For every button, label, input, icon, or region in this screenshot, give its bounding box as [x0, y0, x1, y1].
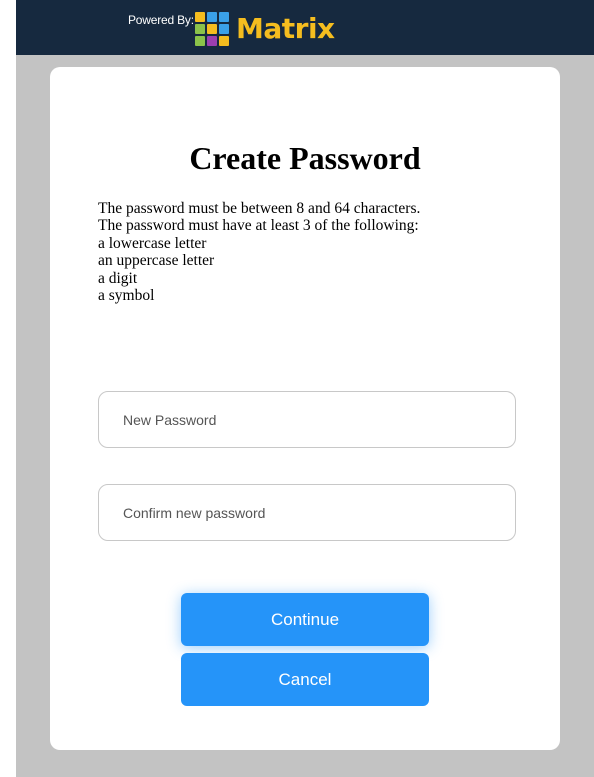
page-viewport: Powered By: Matrix Create Password The p… — [16, 0, 594, 777]
rule-text: a digit — [98, 269, 138, 287]
cancel-button[interactable]: Cancel — [181, 653, 429, 706]
brand-name: Matrix — [236, 12, 335, 45]
header-bar: Powered By: Matrix — [16, 0, 594, 55]
logo-square — [195, 12, 205, 22]
continue-button[interactable]: Continue — [181, 593, 429, 646]
logo-square — [207, 12, 217, 22]
rule-text: a lowercase letter — [98, 234, 207, 252]
powered-by-label: Powered By: — [128, 13, 194, 27]
rule-text: The password must have at least 3 of the… — [98, 217, 419, 235]
logo-square — [219, 24, 229, 34]
rule-text: an uppercase letter — [98, 252, 215, 270]
matrix-logo-icon — [195, 12, 229, 46]
logo-square — [219, 36, 229, 46]
logo-square — [219, 12, 229, 22]
logo-square — [207, 36, 217, 46]
rule-text: The password must be between 8 and 64 ch… — [98, 200, 421, 217]
password-rules: The password must be between 8 and 64 ch… — [98, 200, 518, 304]
logo-square — [195, 36, 205, 46]
page-title: Create Password — [189, 140, 421, 176]
logo-square — [195, 24, 205, 34]
confirm-password-input[interactable] — [98, 484, 516, 541]
rule-text: a symbol — [98, 287, 155, 305]
new-password-input[interactable] — [98, 391, 516, 448]
password-card: Create Password The password must be bet… — [50, 67, 560, 750]
logo-square — [207, 24, 217, 34]
